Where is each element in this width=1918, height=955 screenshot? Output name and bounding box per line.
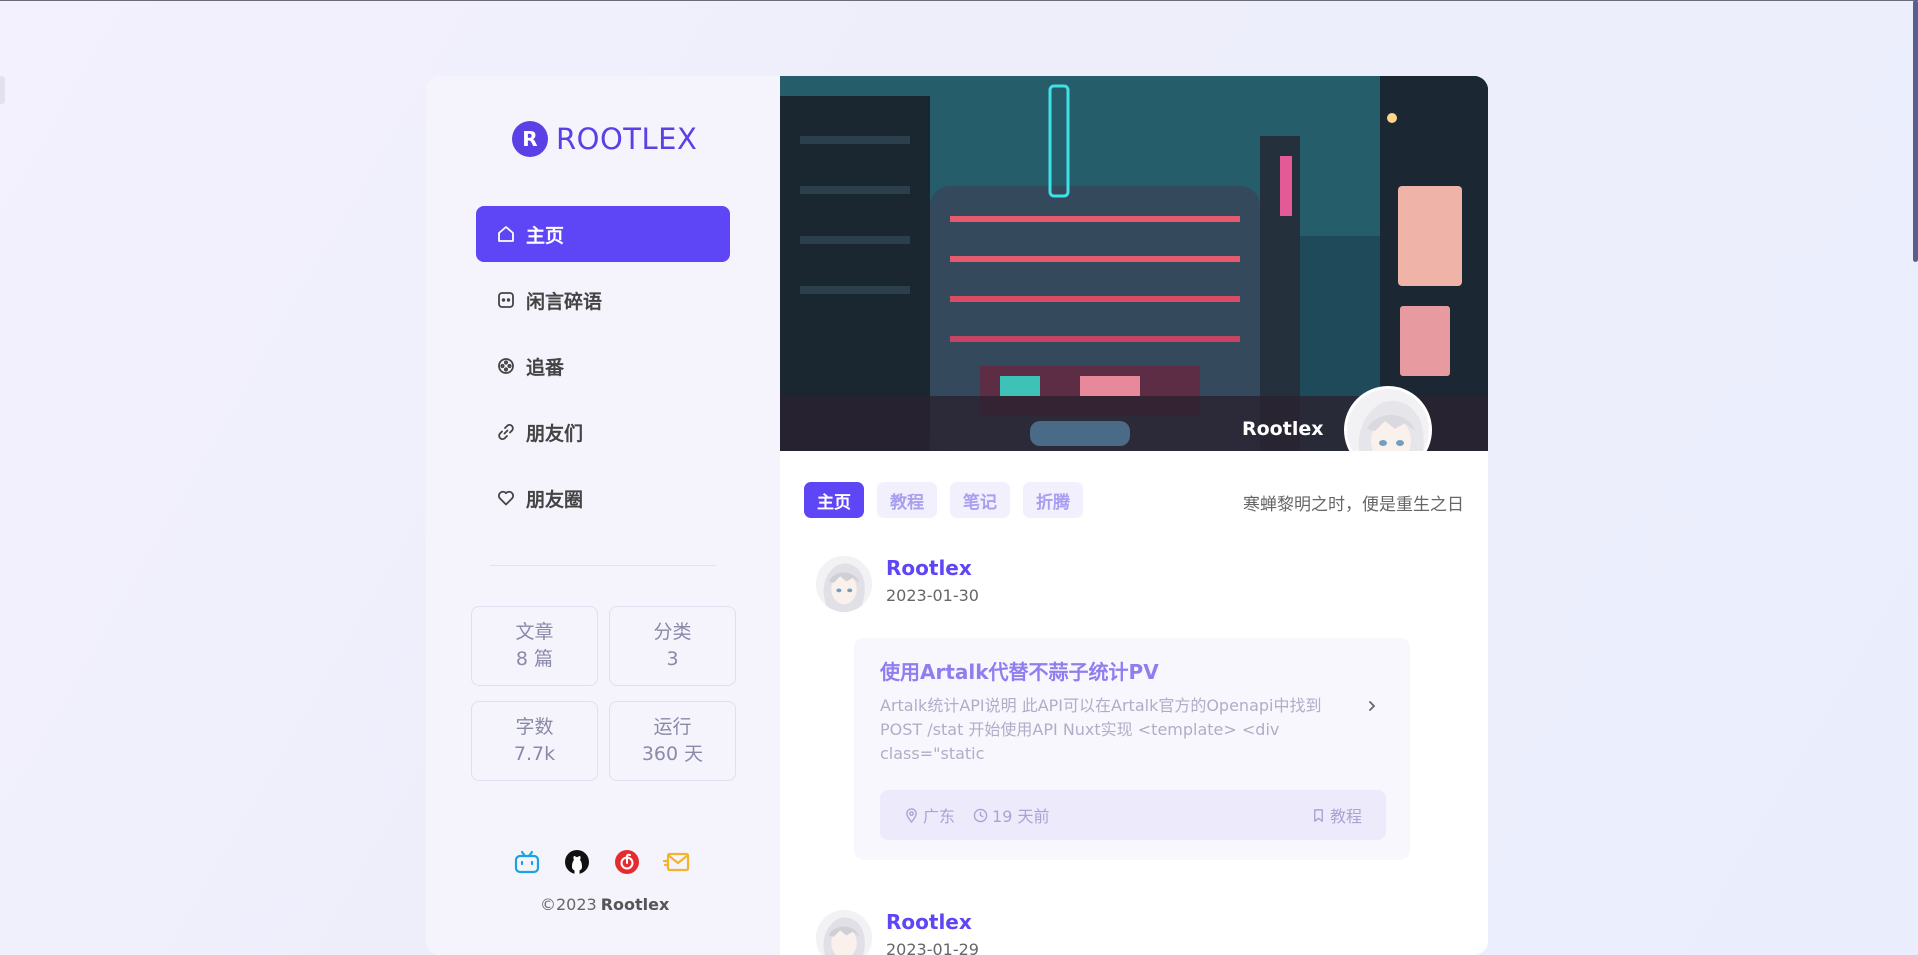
- main-nav: 主页 闲言碎语 追番 朋友们 朋友圈: [476, 206, 730, 536]
- site-stats: 文章 8 篇 分类 3 字数 7.7k 运行 360 天: [471, 606, 736, 781]
- copyright: ©2023 Rootlex: [540, 895, 669, 914]
- nav-label: 闲言碎语: [526, 290, 603, 313]
- post-date: 2023-01-30: [886, 586, 979, 605]
- bookmark-icon: [1314, 808, 1323, 822]
- logo-text: ROOTLEX: [556, 122, 698, 156]
- post-author[interactable]: Rootlex: [886, 910, 972, 934]
- side-handle[interactable]: [0, 76, 5, 104]
- post-title[interactable]: 使用Artalk代替不蒜子统计PV: [880, 656, 1159, 685]
- sidebar: R ROOTLEX 主页 闲言碎语 追番 朋友们 朋友圈 文章 8 篇 分类 3…: [426, 76, 780, 955]
- nav-item-friends[interactable]: 朋友们: [476, 404, 730, 460]
- heart-icon: [498, 490, 514, 506]
- stat-value: 360 天: [641, 743, 704, 765]
- chat-icon: [498, 292, 514, 308]
- nav-label: 追番: [526, 356, 565, 379]
- stat-value: 7.7k: [513, 743, 556, 765]
- film-icon: [498, 358, 514, 374]
- stat-label: 分类: [653, 621, 692, 643]
- post-author-avatar[interactable]: [816, 910, 872, 955]
- location-text: 广东: [923, 807, 956, 826]
- anime-avatar-image: [1347, 389, 1429, 451]
- main-content: Rootlex 主页 教程 笔记 折腾 寒蝉黎明之时，便是重生之日 Rootle…: [780, 76, 1488, 955]
- social-links: [513, 848, 691, 876]
- category-text: 教程: [1329, 807, 1362, 826]
- stat-words: 字数 7.7k: [471, 701, 598, 781]
- nav-item-moments[interactable]: 朋友圈: [476, 470, 730, 526]
- stat-label: 字数: [515, 716, 554, 738]
- blog-card: R ROOTLEX 主页 闲言碎语 追番 朋友们 朋友圈 文章 8 篇 分类 3…: [426, 76, 1488, 955]
- hero-banner: Rootlex: [780, 76, 1488, 451]
- post-card[interactable]: 使用Artalk代替不蒜子统计PV Artalk统计API说明 此API可以在A…: [854, 638, 1410, 860]
- anime-avatar-image: [816, 910, 872, 955]
- post-category[interactable]: 教程: [1311, 803, 1362, 827]
- stat-label: 文章: [515, 621, 554, 643]
- location-icon: [906, 807, 917, 823]
- link-icon: [498, 424, 514, 440]
- nav-label: 朋友们: [526, 422, 584, 445]
- copyright-owner: Rootlex: [600, 895, 670, 914]
- post-excerpt: Artalk统计API说明 此API可以在Artalk官方的Openapi中找到…: [880, 696, 1322, 763]
- page-scrollbar[interactable]: [1913, 0, 1918, 262]
- nav-label: 主页: [526, 224, 565, 247]
- site-motto: 寒蝉黎明之时，便是重生之日: [1243, 495, 1464, 515]
- time-ago-text: 19 天前: [992, 807, 1050, 826]
- post-meta: 广东 19 天前 教程: [880, 790, 1386, 840]
- nav-item-home[interactable]: 主页: [476, 206, 730, 262]
- logo-badge: R: [512, 121, 548, 157]
- home-icon: [498, 226, 514, 242]
- stat-uptime: 运行 360 天: [609, 701, 736, 781]
- nav-item-bangumi[interactable]: 追番: [476, 338, 730, 394]
- category-tabs: 主页 教程 笔记 折腾: [804, 482, 1083, 518]
- site-logo[interactable]: R ROOTLEX: [512, 121, 697, 157]
- clock-icon: [973, 808, 988, 822]
- copyright-year: ©2023: [540, 895, 597, 914]
- post-time: 19 天前: [973, 803, 1049, 827]
- window-top-border: [0, 0, 1918, 1]
- hero-name: Rootlex: [1242, 418, 1324, 440]
- tab-tinkering[interactable]: 折腾: [1023, 482, 1083, 518]
- nav-item-talks[interactable]: 闲言碎语: [476, 272, 730, 328]
- github-icon[interactable]: [563, 848, 591, 876]
- tab-home[interactable]: 主页: [804, 482, 864, 518]
- post-date: 2023-01-29: [886, 940, 979, 955]
- stat-label: 运行: [653, 716, 692, 738]
- stat-value: 3: [666, 648, 679, 670]
- anime-avatar-image: [816, 556, 872, 612]
- stat-articles: 文章 8 篇: [471, 606, 598, 686]
- chevron-right-icon[interactable]: [1366, 700, 1378, 712]
- nav-label: 朋友圈: [526, 488, 584, 511]
- sidebar-divider: [490, 565, 716, 566]
- post-author-avatar[interactable]: [816, 556, 872, 612]
- tab-notes[interactable]: 笔记: [950, 482, 1010, 518]
- mail-icon[interactable]: [663, 848, 691, 876]
- stat-value: 8 篇: [515, 648, 554, 670]
- bilibili-icon[interactable]: [513, 848, 541, 876]
- post-author[interactable]: Rootlex: [886, 556, 972, 580]
- stat-categories: 分类 3: [609, 606, 736, 686]
- post-location: 广东: [904, 803, 955, 827]
- tab-tutorial[interactable]: 教程: [877, 482, 937, 518]
- netease-music-icon[interactable]: [613, 848, 641, 876]
